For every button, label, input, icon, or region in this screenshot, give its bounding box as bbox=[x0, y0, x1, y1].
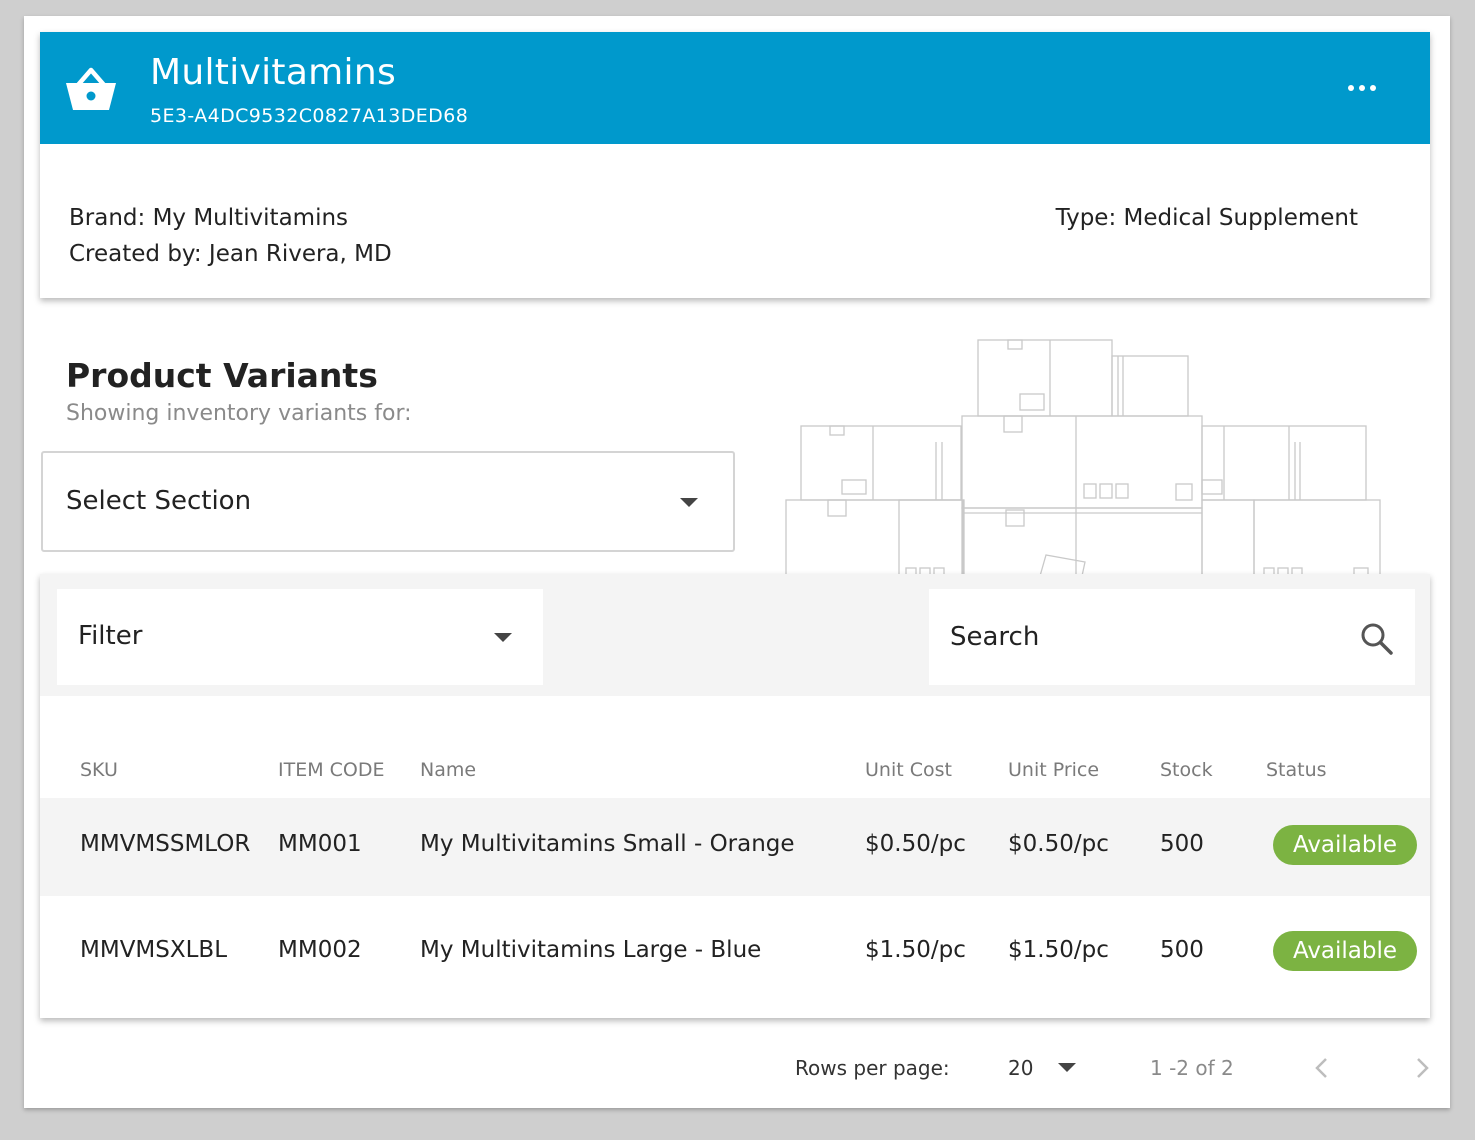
chevron-down-icon bbox=[494, 633, 512, 642]
created-by-text: Created by: Jean Rivera, MD bbox=[69, 241, 392, 267]
product-card: Multivitamins 5E3-A4DC9532C0827A13DED68 … bbox=[40, 32, 1430, 298]
cell-stock: 500 bbox=[1160, 831, 1204, 857]
variants-table-card: Filter SKU ITEM CODE Name Unit Cost Unit… bbox=[40, 574, 1430, 1018]
search-input[interactable] bbox=[929, 589, 1415, 685]
section-subtitle: Showing inventory variants for: bbox=[66, 401, 412, 426]
cell-item-code: MM002 bbox=[278, 937, 362, 963]
search-field bbox=[929, 589, 1415, 685]
chevron-right-icon[interactable] bbox=[1412, 1055, 1432, 1081]
section-select[interactable]: Select Section bbox=[41, 451, 735, 552]
basket-icon bbox=[66, 67, 116, 110]
cell-unit-cost: $1.50/pc bbox=[865, 937, 966, 963]
chevron-down-icon bbox=[680, 498, 698, 507]
column-header-item-code[interactable]: ITEM CODE bbox=[278, 759, 385, 781]
product-title: Multivitamins bbox=[150, 52, 397, 93]
column-header-unit-price[interactable]: Unit Price bbox=[1008, 759, 1099, 781]
column-header-unit-cost[interactable]: Unit Cost bbox=[865, 759, 952, 781]
product-id: 5E3-A4DC9532C0827A13DED68 bbox=[150, 105, 469, 127]
status-badge: Available bbox=[1273, 931, 1417, 971]
filter-select[interactable]: Filter bbox=[57, 589, 543, 685]
rows-per-page-label: Rows per page: bbox=[795, 1056, 950, 1080]
product-header: Multivitamins 5E3-A4DC9532C0827A13DED68 bbox=[40, 32, 1430, 144]
pagination-range: 1 -2 of 2 bbox=[1150, 1056, 1234, 1080]
cell-name: My Multivitamins Large - Blue bbox=[420, 937, 762, 963]
section-select-label: Select Section bbox=[66, 486, 252, 516]
cell-name: My Multivitamins Small - Orange bbox=[420, 831, 795, 857]
column-header-sku[interactable]: SKU bbox=[80, 759, 118, 781]
column-header-stock[interactable]: Stock bbox=[1160, 759, 1213, 781]
table-row[interactable]: MMVMSXLBL MM002 My Multivitamins Large -… bbox=[40, 904, 1430, 1002]
table-toolbar: Filter bbox=[40, 574, 1430, 696]
status-badge: Available bbox=[1273, 825, 1417, 865]
pagination: Rows per page: 20 1 -2 of 2 bbox=[24, 1048, 1450, 1088]
chevron-down-icon[interactable] bbox=[1058, 1063, 1076, 1072]
more-options-button[interactable] bbox=[1342, 76, 1382, 100]
table-row[interactable]: MMVMSSMLOR MM001 My Multivitamins Small … bbox=[40, 798, 1430, 896]
cell-sku: MMVMSSMLOR bbox=[80, 831, 251, 857]
more-icon bbox=[1348, 85, 1354, 91]
cell-sku: MMVMSXLBL bbox=[80, 937, 228, 963]
cell-unit-cost: $0.50/pc bbox=[865, 831, 966, 857]
cell-item-code: MM001 bbox=[278, 831, 362, 857]
boxes-illustration bbox=[785, 339, 1381, 576]
section-title: Product Variants bbox=[66, 356, 378, 395]
chevron-left-icon[interactable] bbox=[1312, 1055, 1332, 1081]
search-icon[interactable] bbox=[1359, 621, 1395, 657]
column-header-status[interactable]: Status bbox=[1266, 759, 1327, 781]
main-panel: Multivitamins 5E3-A4DC9532C0827A13DED68 … bbox=[24, 16, 1450, 1108]
cell-unit-price: $0.50/pc bbox=[1008, 831, 1109, 857]
filter-label: Filter bbox=[78, 621, 143, 651]
column-header-name[interactable]: Name bbox=[420, 759, 476, 781]
cell-stock: 500 bbox=[1160, 937, 1204, 963]
brand-text: Brand: My Multivitamins bbox=[69, 205, 349, 231]
cell-unit-price: $1.50/pc bbox=[1008, 937, 1109, 963]
rows-per-page-value[interactable]: 20 bbox=[1008, 1056, 1033, 1080]
type-text: Type: Medical Supplement bbox=[1055, 205, 1358, 231]
